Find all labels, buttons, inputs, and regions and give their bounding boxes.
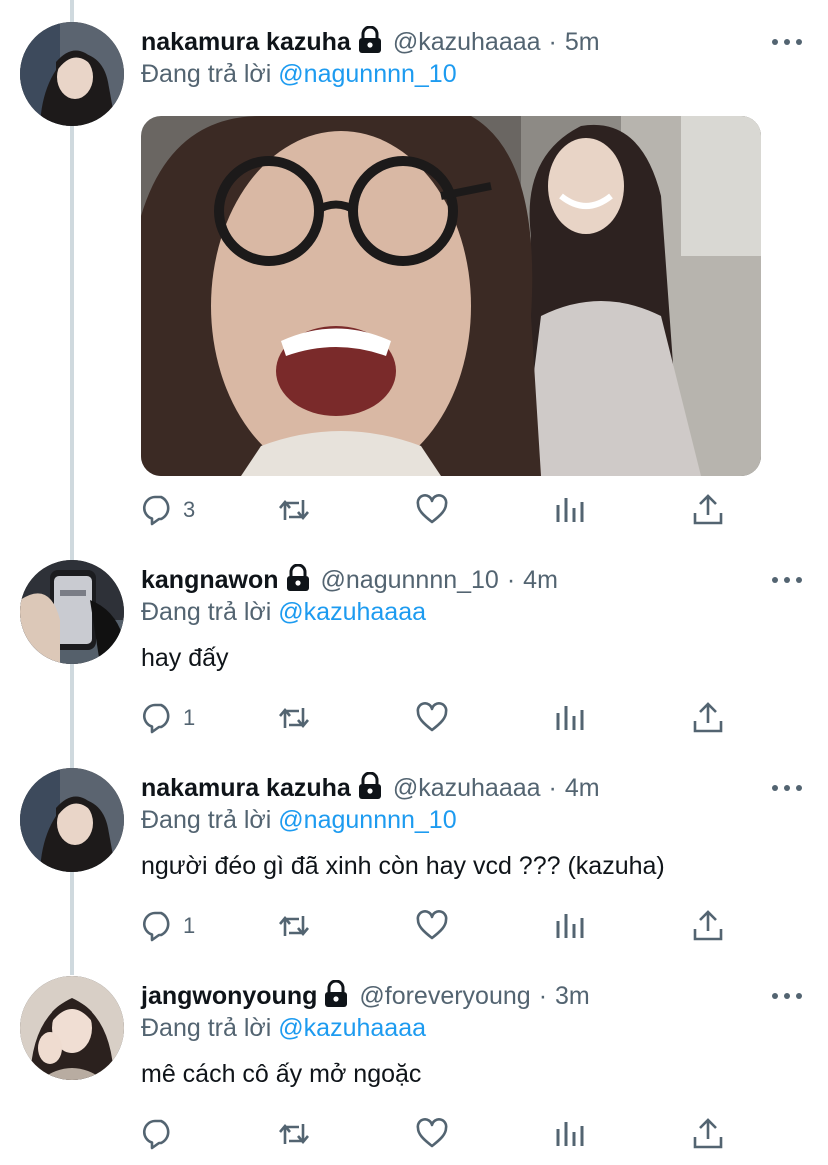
display-name[interactable]: nakamura kazuha	[141, 774, 351, 803]
heart-icon	[416, 1118, 448, 1148]
tweet-text: mê cách cô ấy mở ngoặc	[141, 1060, 422, 1088]
avatar[interactable]	[20, 976, 124, 1080]
avatar[interactable]	[20, 768, 124, 872]
share-upload-icon	[693, 494, 723, 525]
reply-button[interactable]: 1	[141, 908, 195, 944]
timestamp[interactable]: 4m	[565, 774, 600, 803]
display-name[interactable]: jangwonyoung	[141, 982, 317, 1011]
tweet-header: kangnawon @nagunnnn_10 · 4m	[141, 563, 768, 597]
more-dots-icon[interactable]	[772, 991, 802, 1001]
tweet-text: hay đấy	[141, 644, 229, 672]
retweet-button[interactable]	[277, 1116, 311, 1152]
replying-to-handle[interactable]: @nagunnnn_10	[278, 806, 456, 834]
retweet-button[interactable]	[277, 492, 311, 528]
tweet-text: người đéo gì đã xinh còn hay vcd ??? (ka…	[141, 852, 665, 880]
replying-to-label: Đang trả lời	[141, 598, 272, 626]
bar-chart-icon	[556, 1122, 584, 1146]
share-upload-icon	[693, 702, 723, 733]
separator-dot: ·	[506, 565, 516, 594]
reply-count: 1	[183, 913, 196, 938]
lock-icon	[357, 771, 383, 800]
tweet-header: nakamura kazuha @kazuhaaaa · 5m	[141, 25, 768, 59]
tweet-header: jangwonyoung @foreveryoung · 3m	[141, 979, 768, 1013]
display-name[interactable]: nakamura kazuha	[141, 28, 351, 57]
share-button[interactable]	[691, 908, 725, 944]
handle[interactable]: @foreveryoung	[359, 982, 530, 1011]
replying-to-label: Đang trả lời	[141, 806, 272, 834]
retweet-icon	[279, 1123, 309, 1145]
lock-icon	[285, 563, 311, 592]
analytics-button[interactable]	[553, 1116, 587, 1152]
more-dots-icon[interactable]	[772, 575, 802, 585]
share-button[interactable]	[691, 1116, 725, 1152]
more-dots-icon[interactable]	[772, 37, 802, 47]
lock-icon	[357, 25, 383, 54]
bar-chart-icon	[556, 914, 584, 938]
timestamp[interactable]: 5m	[565, 28, 600, 57]
tweet-header: nakamura kazuha @kazuhaaaa · 4m	[141, 771, 768, 805]
reply-count: 3	[183, 497, 196, 522]
replying-to-label: Đang trả lời	[141, 1014, 272, 1042]
heart-icon	[416, 494, 448, 524]
replying-to-label: Đang trả lời	[141, 60, 272, 88]
analytics-button[interactable]	[553, 908, 587, 944]
tweet-actions: 1	[141, 700, 741, 736]
replying-to: Đang trả lời @kazuhaaaa	[141, 1014, 426, 1043]
share-upload-icon	[693, 1118, 723, 1149]
share-upload-icon	[693, 910, 723, 941]
reply-button[interactable]: 1	[141, 700, 195, 736]
reply-button[interactable]	[141, 1116, 183, 1152]
tweet-actions: 3	[141, 492, 741, 528]
separator-dot: ·	[548, 27, 557, 56]
handle[interactable]: @kazuhaaaa	[393, 774, 541, 803]
share-button[interactable]	[691, 492, 725, 528]
retweet-icon	[279, 915, 309, 937]
reply-count: 1	[183, 705, 196, 730]
separator-dot: ·	[548, 773, 557, 802]
analytics-button[interactable]	[553, 492, 587, 528]
tweet-actions	[141, 1116, 741, 1152]
tweet-photo[interactable]	[141, 116, 761, 476]
replying-to-handle[interactable]: @nagunnnn_10	[278, 60, 456, 88]
heart-icon	[416, 910, 448, 940]
retweet-button[interactable]	[277, 908, 311, 944]
lock-icon	[323, 979, 349, 1008]
timestamp[interactable]: 3m	[555, 982, 590, 1011]
avatar[interactable]	[20, 560, 124, 664]
timestamp[interactable]: 4m	[523, 566, 558, 595]
retweet-button[interactable]	[277, 700, 311, 736]
handle[interactable]: @nagunnnn_10	[321, 566, 499, 595]
separator-dot: ·	[538, 981, 548, 1010]
replying-to-handle[interactable]: @kazuhaaaa	[278, 1014, 426, 1042]
like-button[interactable]	[415, 908, 449, 944]
like-button[interactable]	[415, 1116, 449, 1152]
like-button[interactable]	[415, 700, 449, 736]
handle[interactable]: @kazuhaaaa	[393, 28, 541, 57]
speech-bubble-icon	[143, 495, 170, 526]
heart-icon	[416, 702, 448, 732]
speech-bubble-icon	[143, 1119, 170, 1150]
share-button[interactable]	[691, 700, 725, 736]
display-name[interactable]: kangnawon	[141, 566, 279, 595]
avatar[interactable]	[20, 22, 124, 126]
like-button[interactable]	[415, 492, 449, 528]
replying-to: Đang trả lời @nagunnnn_10	[141, 806, 457, 835]
bar-chart-icon	[556, 498, 584, 522]
replying-to: Đang trả lời @nagunnnn_10	[141, 60, 457, 89]
replying-to-handle[interactable]: @kazuhaaaa	[278, 598, 426, 626]
tweet-actions: 1	[141, 908, 741, 944]
retweet-icon	[279, 707, 309, 729]
replying-to: Đang trả lời @kazuhaaaa	[141, 598, 426, 627]
analytics-button[interactable]	[553, 700, 587, 736]
more-dots-icon[interactable]	[772, 783, 802, 793]
reply-button[interactable]: 3	[141, 492, 195, 528]
speech-bubble-icon	[143, 911, 170, 942]
bar-chart-icon	[556, 706, 584, 730]
retweet-icon	[279, 499, 309, 521]
speech-bubble-icon	[143, 703, 170, 734]
